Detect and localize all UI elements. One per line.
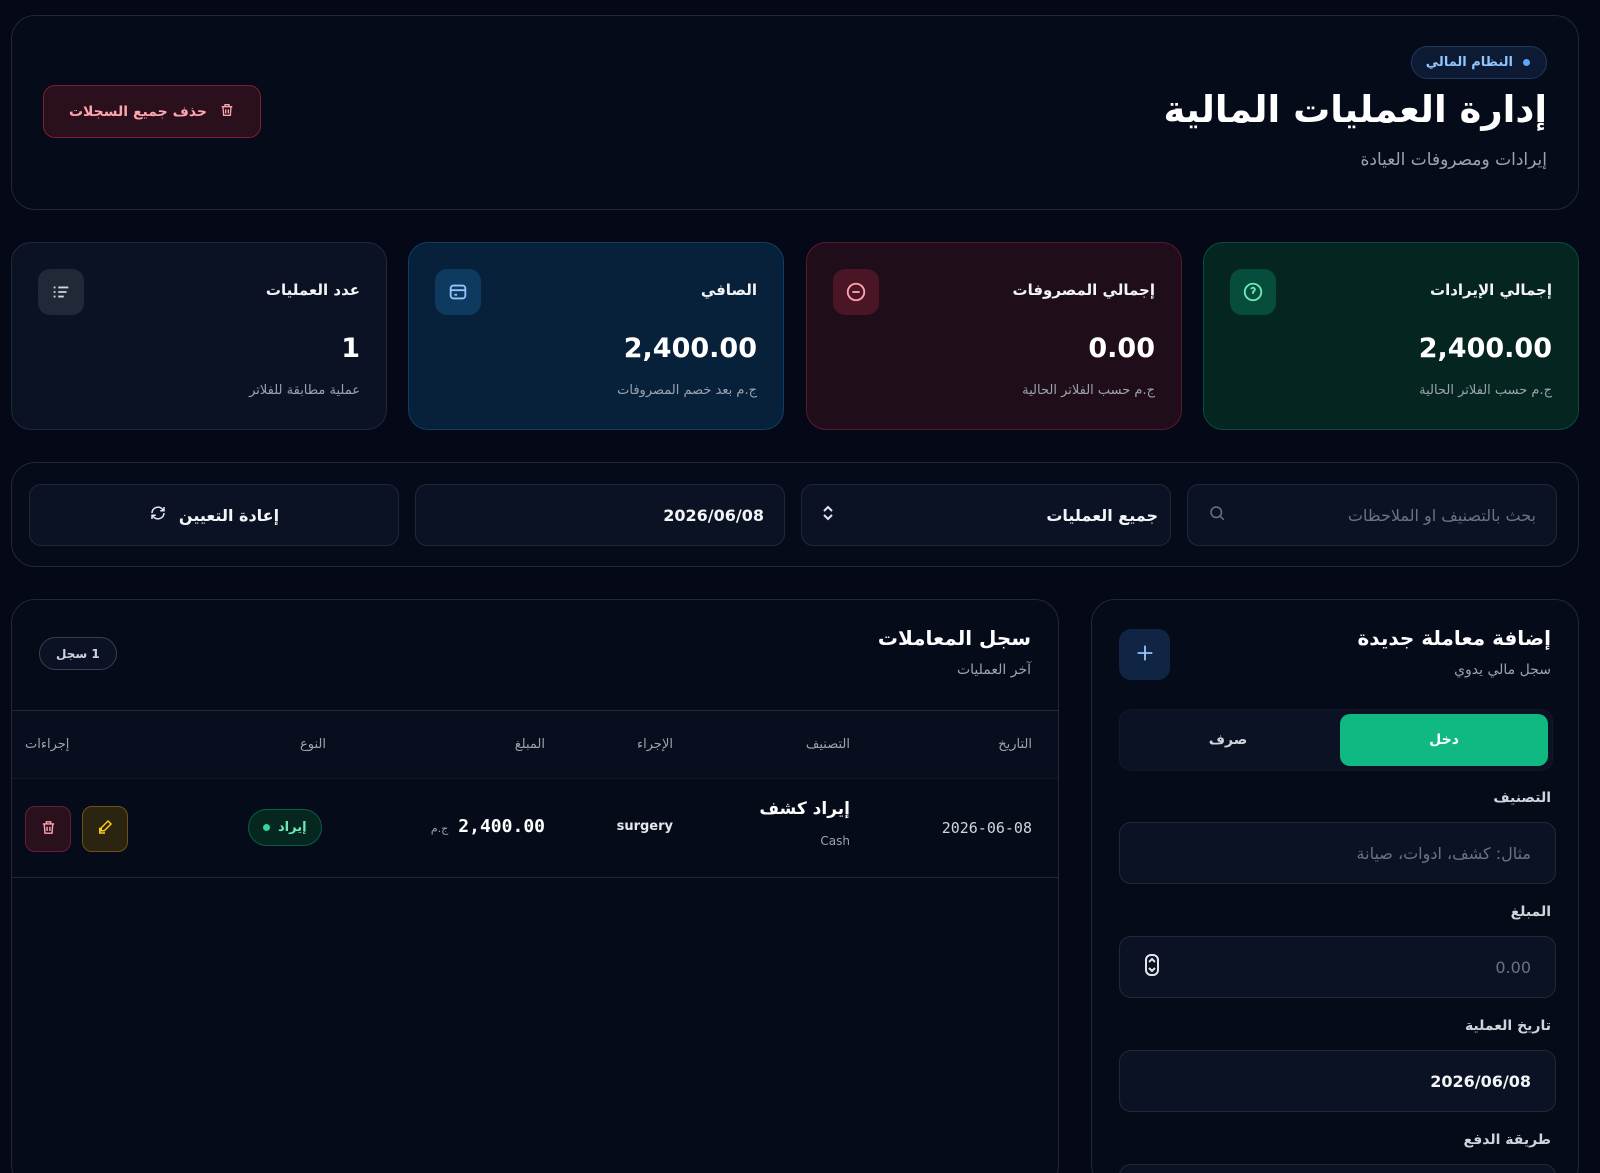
- add-transaction-subtitle: سجل مالي يدوي: [1454, 662, 1551, 678]
- add-transaction-panel: إضافة معاملة جديدة سجل مالي يدوي دخل صرف…: [1091, 599, 1579, 1173]
- delete-all-label: حذف جميع السجلات: [68, 103, 208, 120]
- col-type: النوع: [300, 737, 326, 752]
- stat-card-net: الصافي 2,400.00 ج.م بعد خصم المصروفات: [408, 242, 784, 430]
- category-label: التصنيف: [1493, 790, 1551, 806]
- stat-card-expense: إجمالي المصروفات 0.00 ج.م حسب الفلاتر ال…: [806, 242, 1182, 430]
- amount-placeholder: 0.00: [1495, 957, 1531, 977]
- search-placeholder: بحث بالتصنيف او الملاحظات: [1347, 505, 1536, 525]
- badge-dot-icon: [1523, 59, 1530, 66]
- system-badge-label: النظام المالي: [1425, 55, 1513, 70]
- reset-filters-button[interactable]: إعادة التعيين: [29, 484, 399, 546]
- edit-icon: [96, 818, 114, 840]
- system-badge: النظام المالي: [1410, 46, 1547, 79]
- status-badge: إيراد: [248, 809, 322, 846]
- stat-count-note: عملية مطابقة للفلاتر: [249, 383, 360, 398]
- stat-count-title: عدد العمليات: [265, 281, 360, 299]
- delete-all-records-button[interactable]: حذف جميع السجلات: [43, 85, 261, 138]
- date-filter-value: 2026/06/08: [663, 505, 764, 525]
- plus-icon: [1134, 642, 1156, 668]
- search-icon: [1208, 504, 1226, 526]
- type-filter-value: جميع العمليات: [1046, 505, 1158, 525]
- stat-expense-note: ج.م حسب الفلاتر الحالية: [1022, 383, 1155, 398]
- stat-income-value: 2,400.00: [1418, 333, 1552, 364]
- select-arrows-icon: [822, 505, 834, 525]
- col-category: التصنيف: [805, 737, 850, 752]
- wallet-icon: [435, 269, 481, 315]
- add-plus-button[interactable]: [1119, 629, 1170, 680]
- add-transaction-title: إضافة معاملة جديدة: [1357, 626, 1551, 650]
- trash-icon: [219, 102, 235, 122]
- transaction-type-toggle: دخل صرف: [1119, 709, 1553, 771]
- category-input[interactable]: مثال: كشف، ادوات، صيانة: [1119, 822, 1556, 884]
- stat-expense-value: 0.00: [1088, 333, 1155, 364]
- amount-input[interactable]: 0.00: [1119, 936, 1556, 998]
- stat-expense-title: إجمالي المصروفات: [1012, 281, 1155, 299]
- page-subtitle: إيرادات ومصروفات العيادة: [1360, 150, 1547, 170]
- edit-row-button[interactable]: [82, 806, 128, 852]
- search-input[interactable]: بحث بالتصنيف او الملاحظات: [1187, 484, 1557, 546]
- type-filter-select[interactable]: جميع العمليات: [801, 484, 1171, 546]
- delete-row-button[interactable]: [25, 806, 71, 852]
- number-stepper-icon[interactable]: [1144, 954, 1160, 980]
- row-currency: ج.م: [430, 822, 449, 835]
- row-date: 2026-06-08: [941, 819, 1032, 837]
- transactions-log-title: سجل المعاملات: [877, 626, 1031, 650]
- col-date: التاريخ: [998, 737, 1032, 752]
- status-dot-icon: [263, 824, 270, 831]
- stat-net-title: الصافي: [700, 281, 757, 299]
- payment-method-label: طريقة الدفع: [1463, 1132, 1551, 1148]
- table-row: 2026-06-08 إيراد كشف Cash surgery 2,400.…: [12, 778, 1058, 878]
- transactions-log-panel: سجل المعاملات آخر العمليات 1 سجل التاريخ…: [11, 599, 1059, 1173]
- col-actions: إجراءات: [25, 737, 70, 752]
- stat-card-income: إجمالي الإيرادات 2,400.00 ج.م حسب الفلات…: [1203, 242, 1579, 430]
- payment-method-select[interactable]: [1119, 1164, 1556, 1173]
- stat-net-note: ج.م بعد خصم المصروفات: [617, 383, 757, 398]
- tab-income[interactable]: دخل: [1340, 714, 1548, 766]
- records-count-badge: 1 سجل: [39, 637, 117, 670]
- col-procedure: الإجراء: [637, 737, 673, 752]
- page-title: إدارة العمليات المالية: [1163, 88, 1547, 131]
- col-amount: المبلغ: [514, 737, 545, 752]
- tab-expense[interactable]: صرف: [1124, 714, 1332, 766]
- row-category: إيراد كشف: [759, 799, 850, 819]
- row-type: إيراد: [278, 820, 307, 835]
- table-header-row: التاريخ التصنيف الإجراء المبلغ النوع إجر…: [12, 710, 1058, 778]
- stat-income-note: ج.م حسب الفلاتر الحالية: [1419, 383, 1552, 398]
- row-amount: 2,400.00: [458, 816, 545, 837]
- stat-card-count: عدد العمليات 1 عملية مطابقة للفلاتر: [11, 242, 387, 430]
- filters-bar: بحث بالتصنيف او الملاحظات جميع العمليات …: [11, 462, 1579, 567]
- row-amount-cell: 2,400.00 ج.م: [431, 816, 545, 837]
- amount-label: المبلغ: [1510, 904, 1551, 920]
- date-filter-input[interactable]: 2026/06/08: [415, 484, 785, 546]
- coin-icon: [1230, 269, 1276, 315]
- reset-label: إعادة التعيين: [178, 505, 280, 525]
- stat-income-title: إجمالي الإيرادات: [1430, 281, 1552, 299]
- list-icon: [38, 269, 84, 315]
- stat-net-value: 2,400.00: [623, 333, 757, 364]
- stat-count-value: 1: [341, 333, 360, 364]
- transaction-date-value: 2026/06/08: [1430, 1071, 1531, 1091]
- trash-icon: [40, 819, 57, 840]
- transaction-date-input[interactable]: 2026/06/08: [1119, 1050, 1556, 1112]
- refresh-icon: [149, 504, 167, 526]
- row-method: Cash: [820, 834, 850, 848]
- transactions-log-subtitle: آخر العمليات: [956, 662, 1031, 678]
- date-label: تاريخ العملية: [1464, 1018, 1551, 1034]
- minus-circle-icon: [833, 269, 879, 315]
- category-placeholder: مثال: كشف، ادوات، صيانة: [1356, 843, 1531, 863]
- row-procedure: surgery: [616, 819, 673, 834]
- page-header: النظام المالي إدارة العمليات المالية إير…: [11, 15, 1579, 210]
